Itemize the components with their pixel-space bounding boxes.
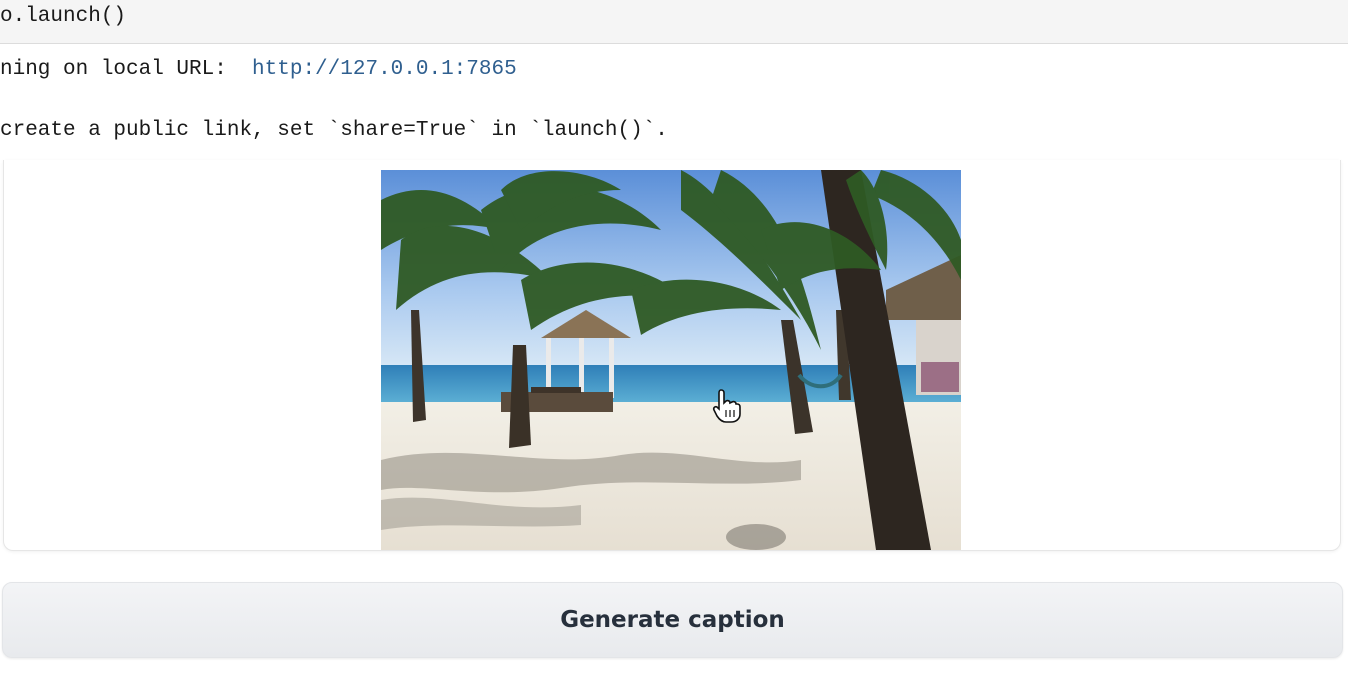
code-cell[interactable]: o.launch() bbox=[0, 0, 1348, 44]
local-url-link[interactable]: http://127.0.0.1:7865 bbox=[252, 58, 517, 81]
running-url-line: ning on local URL: http://127.0.0.1:7865 bbox=[0, 58, 517, 81]
uploaded-image[interactable] bbox=[381, 170, 961, 550]
share-hint-line: create a public link, set `share=True` i… bbox=[0, 119, 668, 142]
hand-cursor-icon bbox=[712, 389, 741, 423]
generate-caption-button[interactable]: Generate caption bbox=[2, 582, 1343, 658]
running-text: ning on local URL: bbox=[0, 58, 253, 81]
code-line: o.launch() bbox=[0, 5, 127, 28]
